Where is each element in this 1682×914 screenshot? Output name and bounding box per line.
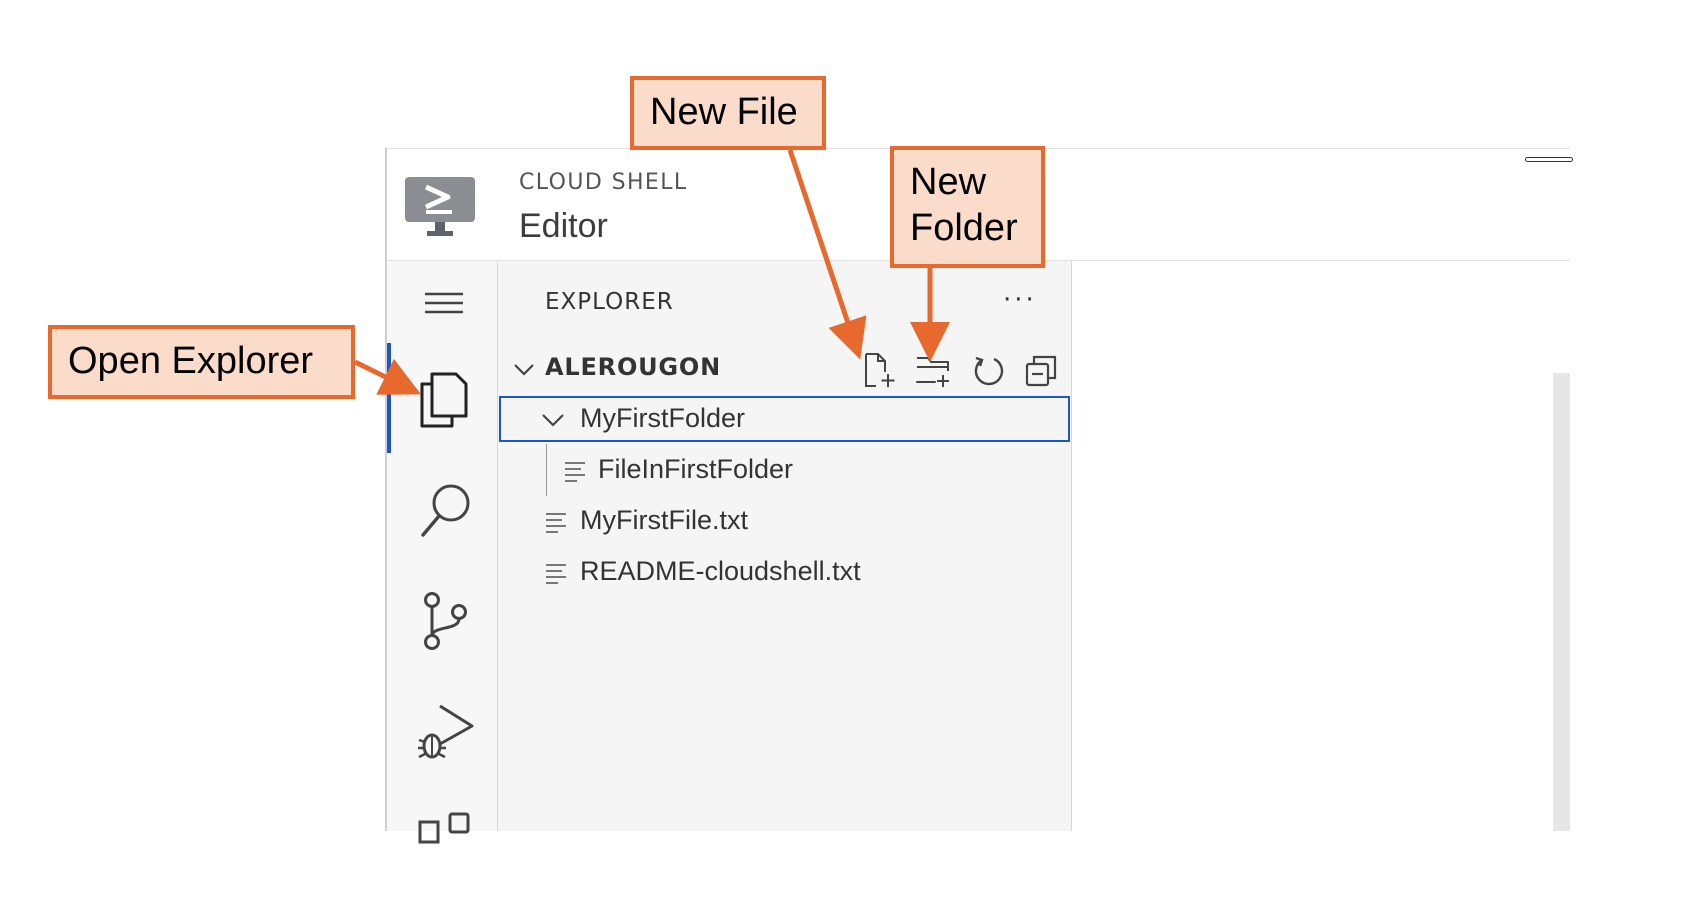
arrow-new-file (787, 149, 867, 360)
annotation-arrows (353, 149, 950, 395)
arrow-open-explorer (353, 358, 421, 395)
